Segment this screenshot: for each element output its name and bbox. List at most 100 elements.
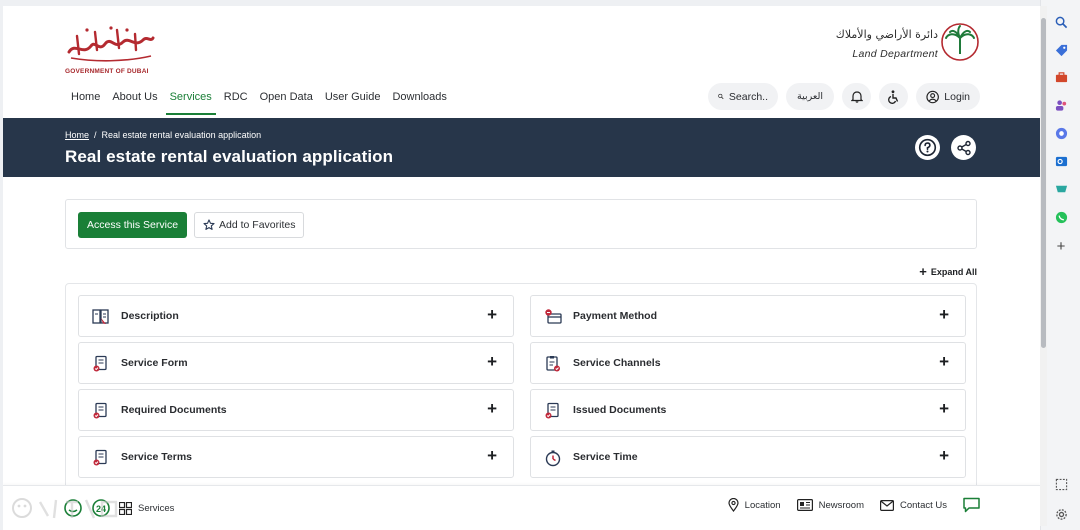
location-pin-icon: [728, 498, 739, 512]
nav-item-user-guide[interactable]: User Guide: [319, 88, 387, 115]
service-channels-icon: [546, 356, 560, 372]
envelope-icon: [880, 499, 894, 511]
plus-icon: +: [919, 264, 927, 279]
accordion-item-payment-method[interactable]: Payment Method +: [530, 295, 966, 337]
nav-item-home[interactable]: Home: [65, 88, 106, 115]
location-label: Location: [744, 499, 781, 511]
accordion-item-service-time[interactable]: Service Time +: [530, 436, 966, 478]
page-header-banner: Home / Real estate rental evaluation app…: [3, 118, 1040, 177]
whatsapp-icon[interactable]: [1053, 209, 1069, 225]
breadcrumb-home-link[interactable]: Home: [65, 130, 89, 140]
service-form-icon: [93, 355, 107, 372]
issued-documents-icon: [545, 402, 559, 419]
expand-plus-icon: +: [939, 305, 949, 324]
palm-tree-emblem-icon: [941, 23, 979, 61]
dld-arabic-name: دائرة الأراضي والأملاك: [835, 28, 938, 41]
notifications-button[interactable]: [842, 83, 871, 110]
accordion-item-service-channels[interactable]: Service Channels +: [530, 342, 966, 384]
copilot-icon[interactable]: [1053, 125, 1069, 141]
nav-item-open-data[interactable]: Open Data: [254, 88, 319, 115]
language-toggle-button[interactable]: العربية: [786, 83, 834, 110]
payment-method-icon: [545, 309, 562, 324]
page-viewport: GOVERNMENT OF DUBAI دائرة الأراضي والأمل…: [3, 6, 1040, 530]
accordion-label: Service Terms: [121, 451, 193, 463]
user-avatar-icon: [926, 90, 939, 103]
accordion-item-service-terms[interactable]: Service Terms +: [78, 436, 514, 478]
accordion-item-service-form[interactable]: Service Form +: [78, 342, 514, 384]
contact-us-link[interactable]: Contact Us: [880, 500, 947, 511]
outlook-icon[interactable]: [1053, 153, 1069, 169]
main-navigation: Home About Us Services RDC Open Data Use…: [65, 88, 453, 115]
nav-item-downloads[interactable]: Downloads: [386, 88, 452, 115]
expand-plus-icon: +: [939, 446, 949, 465]
breadcrumb: Home / Real estate rental evaluation app…: [65, 130, 261, 140]
required-documents-icon: [93, 402, 107, 419]
accordion-item-issued-documents[interactable]: Issued Documents +: [530, 389, 966, 431]
login-button[interactable]: Login: [916, 83, 980, 110]
nav-item-about-us[interactable]: About Us: [106, 88, 163, 115]
add-to-favorites-label: Add to Favorites: [219, 219, 296, 231]
accordion-label: Service Form: [121, 357, 188, 369]
accessibility-wheelchair-icon: [888, 89, 899, 104]
government-of-dubai-logo[interactable]: GOVERNMENT OF DUBAI: [65, 22, 155, 75]
service-actions-card: Access this Service Add to Favorites: [65, 199, 977, 249]
help-button[interactable]: [915, 135, 940, 160]
contact-us-label: Contact Us: [900, 499, 947, 511]
people-icon[interactable]: [1053, 97, 1069, 113]
breadcrumb-separator: /: [94, 130, 97, 140]
share-button[interactable]: [951, 135, 976, 160]
nav-item-services[interactable]: Services: [164, 88, 218, 115]
bell-icon: [850, 91, 863, 103]
toolbox-icon[interactable]: [1053, 69, 1069, 85]
chat-bubble-icon: [963, 497, 980, 513]
accordion-item-description[interactable]: Description +: [78, 295, 514, 337]
bottom-quick-bar: 24 Services Location Newsroom Contact Us: [3, 485, 1040, 530]
nav-item-rdc[interactable]: RDC: [218, 88, 254, 115]
government-logo-text: GOVERNMENT OF DUBAI: [65, 68, 149, 75]
expand-plus-icon: +: [487, 352, 497, 371]
service-details-accordion: Description + Service Form + Required Do…: [65, 283, 977, 503]
add-to-favorites-button[interactable]: Add to Favorites: [194, 212, 305, 238]
bottom-services-label: Services: [138, 502, 175, 514]
dld-english-name: Land Department: [852, 48, 938, 60]
add-icon[interactable]: +: [1053, 238, 1069, 255]
tag-icon[interactable]: [1053, 42, 1069, 58]
page-scrollbar[interactable]: [1040, 6, 1047, 526]
share-icon: [956, 140, 971, 155]
accordion-label: Required Documents: [121, 404, 227, 416]
location-link[interactable]: Location: [728, 498, 781, 512]
settings-gear-icon[interactable]: [1053, 506, 1069, 522]
watermark-logo: [12, 498, 118, 519]
expand-plus-icon: +: [939, 352, 949, 371]
shopping-icon[interactable]: [1053, 181, 1069, 197]
search-label: Search..: [728, 90, 768, 103]
accordion-item-required-documents[interactable]: Required Documents +: [78, 389, 514, 431]
scrollbar-thumb[interactable]: [1041, 18, 1046, 348]
service-terms-icon: [93, 449, 107, 466]
star-icon: [203, 219, 215, 230]
expand-plus-icon: +: [487, 305, 497, 324]
expand-plus-icon: +: [939, 399, 949, 418]
accordion-label: Service Time: [573, 451, 638, 463]
page-title: Real estate rental evaluation applicatio…: [65, 147, 394, 166]
screen-capture-icon[interactable]: [1053, 476, 1069, 492]
land-department-logo[interactable]: دائرة الأراضي والأملاك Land Department: [835, 22, 980, 66]
expand-all-label: Expand All: [930, 266, 977, 277]
newspaper-icon: [796, 499, 813, 511]
accordion-label: Payment Method: [573, 310, 658, 322]
newsroom-link[interactable]: Newsroom: [796, 499, 864, 511]
newsroom-label: Newsroom: [818, 499, 864, 511]
question-mark-icon: [918, 138, 937, 157]
accordion-label: Issued Documents: [573, 404, 667, 416]
search-button[interactable]: Search..: [708, 83, 778, 110]
service-time-icon: [545, 450, 561, 467]
feedback-button[interactable]: [963, 497, 980, 513]
expand-all-button[interactable]: + Expand All: [919, 264, 977, 279]
breadcrumb-current: Real estate rental evaluation applicatio…: [101, 130, 262, 140]
accessibility-button[interactable]: [879, 83, 908, 110]
search-icon[interactable]: [1053, 14, 1069, 30]
accordion-label: Description: [121, 310, 179, 322]
access-service-button[interactable]: Access this Service: [78, 212, 188, 238]
expand-plus-icon: +: [487, 446, 497, 465]
accordion-label: Service Channels: [573, 357, 661, 369]
